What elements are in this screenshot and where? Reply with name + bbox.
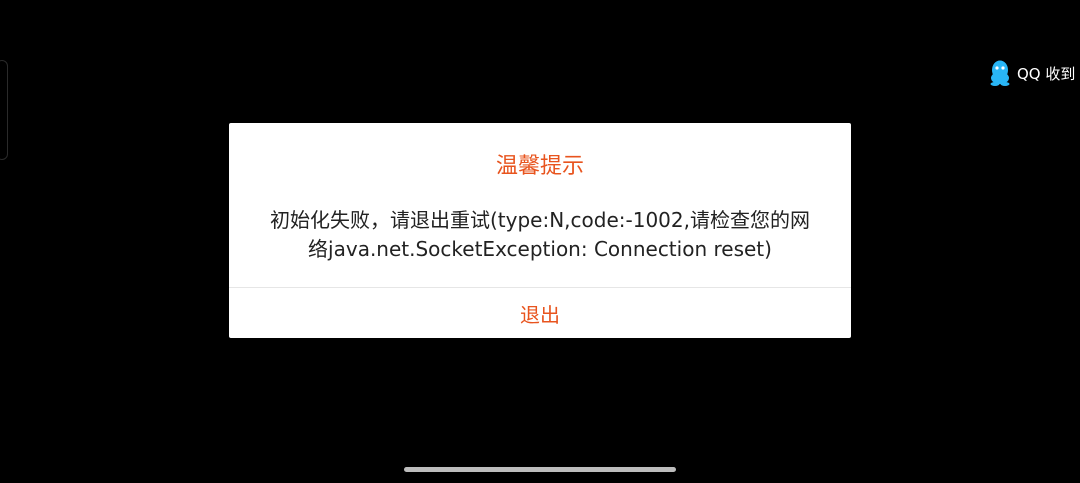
side-edge-handle[interactable] (0, 60, 8, 160)
exit-button[interactable]: 退出 (229, 288, 851, 338)
dialog-message-line-2: 络java.net.SocketException: Connection re… (308, 237, 772, 261)
alert-dialog: 温馨提示 初始化失败，请退出重试(type:N,code:-1002,请检查您的… (229, 123, 851, 338)
notification-text: QQ 收到 (1017, 64, 1076, 83)
qq-penguin-icon (989, 60, 1011, 86)
dialog-title: 温馨提示 (495, 154, 584, 179)
dialog-message: 初始化失败，请退出重试(type:N,code:-1002,请检查您的网 络ja… (259, 206, 821, 264)
qq-notification[interactable]: QQ 收到 (989, 60, 1075, 86)
screen: QQ 收到 温馨提示 初始化失败，请退出重试(type:N,code:-1002… (0, 0, 1080, 483)
dialog-message-line-1: 初始化失败，请退出重试(type:N,code:-1002,请检查您的网 (270, 208, 810, 232)
home-indicator-bar[interactable] (404, 467, 676, 472)
